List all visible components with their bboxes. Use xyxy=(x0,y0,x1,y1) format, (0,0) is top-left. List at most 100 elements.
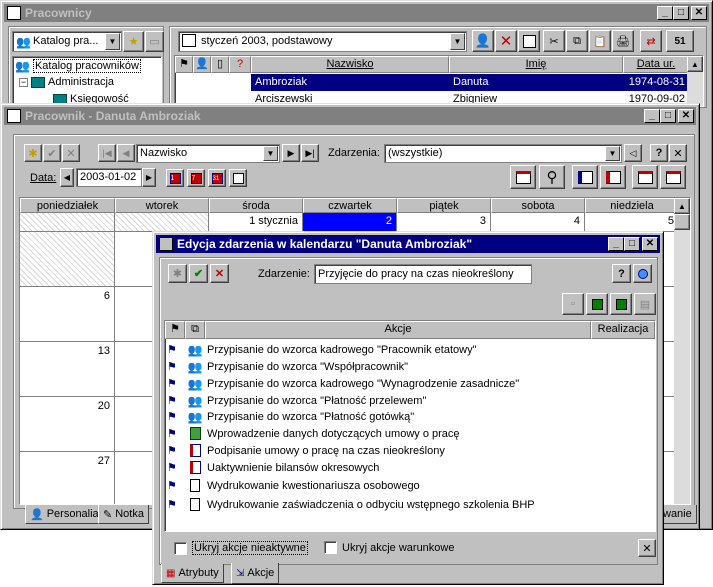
info-button[interactable] xyxy=(633,264,652,283)
scroll-up-button[interactable]: ▲ xyxy=(674,198,690,214)
add-employee-button[interactable]: 👤 xyxy=(472,30,494,52)
col-question[interactable]: ? xyxy=(229,56,251,73)
list-item[interactable]: ⚑ Uaktywnienie bilansów okresowych xyxy=(167,459,653,476)
tree-root[interactable]: 👥 Katalog pracowników xyxy=(15,59,141,73)
calendar-day-cell[interactable]: 3 xyxy=(397,213,491,232)
actions-table[interactable]: ⚑ ⧉ Akcje Realizacja ⚑ 👥 Przypisanie do wz… xyxy=(164,320,656,532)
col-akcje[interactable]: Akcje xyxy=(205,321,591,339)
col-flag[interactable]: ⚑ xyxy=(175,56,193,73)
calendar-settings-button[interactable] xyxy=(510,165,536,189)
tab-personalia[interactable]: 👤 Personalia xyxy=(25,505,104,524)
catalog-tree[interactable]: 👥 Katalog pracowników − Administracja Ks… xyxy=(12,56,162,106)
chevron-down-icon[interactable]: ▼ xyxy=(263,146,278,161)
accept-event-button[interactable]: ✔ xyxy=(189,264,208,283)
clear-button[interactable]: ✕ xyxy=(638,539,656,557)
view-month-button[interactable]: 31 xyxy=(208,169,226,187)
event-edit-button[interactable] xyxy=(600,165,626,189)
transfer-button[interactable]: ⇄ xyxy=(640,30,662,52)
delete-folder-button[interactable]: ▭ xyxy=(145,31,164,52)
calendar-day-cell[interactable]: 5 xyxy=(585,213,679,232)
event-info-button[interactable] xyxy=(572,165,598,189)
close-button[interactable]: ✕ xyxy=(691,6,707,20)
list-item[interactable]: ⚑ 👥 Przypisanie do wzorca kadrowego "Praco… xyxy=(167,341,653,358)
employees-table[interactable]: ⚑ 👤 ▯ ? Nazwisko Imię Data ur. Ambroziak… xyxy=(174,55,704,107)
delete-employee-button[interactable]: ✕ xyxy=(495,30,517,52)
col-data[interactable]: Data ur. xyxy=(623,56,689,73)
calendar-view-button[interactable]: 51 xyxy=(666,30,694,52)
col-imie[interactable]: Imię xyxy=(449,56,623,73)
tab-atrybuty[interactable]: ▦ Atrybuty xyxy=(161,564,224,583)
view-list-button[interactable] xyxy=(229,169,247,187)
calendar-day-cell[interactable] xyxy=(20,213,115,232)
list-item[interactable]: ⚑ 👥 Przypisanie do wzorca "Współpracownik" xyxy=(167,358,653,375)
cancel-button[interactable]: ✕ xyxy=(62,144,80,162)
calendar-day-cell[interactable]: 4 xyxy=(491,213,585,232)
prev-record-button[interactable]: ◀ xyxy=(117,144,135,162)
collapse-button[interactable]: ◁ xyxy=(624,144,642,162)
col-person[interactable]: 👤 xyxy=(193,56,211,73)
action-insert-button[interactable] xyxy=(586,293,608,315)
tab-akcje[interactable]: ⇲ Akcje xyxy=(231,563,280,584)
calendar-day-cell[interactable] xyxy=(20,232,115,287)
action-move-up-button[interactable]: ▫ xyxy=(562,293,584,315)
minimize-button[interactable]: _ xyxy=(608,237,624,251)
cancel-event-button[interactable]: ✕ xyxy=(210,264,229,283)
calendar-day-cell[interactable]: 1 stycznia xyxy=(209,213,303,232)
date-next-button[interactable]: ▶ xyxy=(142,168,156,187)
col-doc[interactable]: ▯ xyxy=(211,56,229,73)
copy-button[interactable]: ⧉ xyxy=(566,30,588,52)
tree-item-administracja[interactable]: − Administracja xyxy=(19,76,114,88)
calendar-day-cell[interactable]: 20 xyxy=(20,397,115,452)
table-row[interactable]: Ambroziak Danuta 1974-08-31 xyxy=(251,74,689,91)
maximize-button[interactable]: □ xyxy=(673,6,689,20)
cut-button[interactable]: ✂ xyxy=(543,30,565,52)
col-nazwisko[interactable]: Nazwisko xyxy=(251,56,449,73)
new-folder-button[interactable]: ★ xyxy=(123,31,144,52)
tab-zatrudnienie[interactable]: wanie xyxy=(659,505,697,524)
list-item[interactable]: ⚑ Wprowadzenie danych dotyczących umowy o… xyxy=(167,425,653,442)
first-record-button[interactable]: |◀ xyxy=(98,144,116,162)
chevron-down-icon[interactable]: ▼ xyxy=(105,33,120,50)
list-item[interactable]: ⚑ Wydrukowanie zaświadczenia o odbyciu ws… xyxy=(167,496,653,513)
chevron-down-icon[interactable]: ▼ xyxy=(605,146,620,161)
list-item[interactable]: ⚑ 👥 Przypisanie do wzorca kadrowego "Wynag… xyxy=(167,375,653,392)
sort-combo[interactable]: Nazwisko ▼ xyxy=(136,144,280,163)
date-prev-button[interactable]: ◀ xyxy=(60,168,74,187)
date-input[interactable]: 2003-01-02 xyxy=(76,168,142,187)
vertical-scrollbar[interactable]: ▲ xyxy=(687,56,703,106)
maximize-button[interactable]: □ xyxy=(624,237,640,251)
help-button[interactable]: ? xyxy=(650,144,668,162)
col-copy[interactable]: ⧉ xyxy=(185,321,205,339)
print-button[interactable]: 🖨 xyxy=(612,30,634,52)
list-item[interactable]: ⚑ 👥 Przypisanie do wzorca "Płatność gotówk… xyxy=(167,408,653,425)
minimize-button[interactable]: _ xyxy=(644,109,660,123)
last-record-button[interactable]: ▶| xyxy=(301,144,319,162)
hide-inactive-checkbox[interactable]: Ukryj akcje nieaktywne xyxy=(174,541,308,555)
checkbox[interactable] xyxy=(174,541,187,555)
calendar-remove-button[interactable] xyxy=(660,165,686,189)
view-week-button[interactable]: 7 xyxy=(187,169,205,187)
minimize-button[interactable]: _ xyxy=(657,6,673,20)
view-day-button[interactable]: 1 xyxy=(166,169,184,187)
period-combo[interactable]: styczeń 2003, podstawowy ▼ xyxy=(178,31,467,52)
zdarzenie-field[interactable]: Przyjęcie do pracy na czas nieokreślony xyxy=(314,264,532,284)
properties-button[interactable] xyxy=(518,30,540,52)
accept-button[interactable]: ✔ xyxy=(43,144,61,162)
vertical-scrollbar[interactable]: ▲ xyxy=(674,198,690,504)
close-button[interactable]: ✕ xyxy=(642,237,658,251)
action-add-button[interactable] xyxy=(610,293,632,315)
list-item[interactable]: ⚑ 👥 Przypisanie do wzorca "Płatność przele… xyxy=(167,392,653,409)
col-flag[interactable]: ⚑ xyxy=(165,321,185,339)
calendar-day-cell[interactable] xyxy=(115,213,209,232)
zdarzenia-combo[interactable]: (wszystkie) ▼ xyxy=(384,144,622,163)
new-button[interactable]: ✱ xyxy=(24,144,42,162)
action-properties-button[interactable]: ▤ xyxy=(634,293,656,315)
tab-notka[interactable]: ✎ Notka xyxy=(98,505,149,524)
paste-button[interactable]: 📋 xyxy=(589,30,611,52)
list-item[interactable]: ⚑ Podpisanie umowy o pracę na czas nieokr… xyxy=(167,442,653,459)
calendar-day-cell[interactable]: 6 xyxy=(20,287,115,342)
close-button[interactable]: ✕ xyxy=(678,109,694,123)
next-record-button[interactable]: ▶ xyxy=(282,144,300,162)
edycja-titlebar[interactable]: Edycja zdarzenia w kalendarzu "Danuta Am… xyxy=(156,235,660,253)
scroll-up-button[interactable]: ▲ xyxy=(687,56,703,72)
